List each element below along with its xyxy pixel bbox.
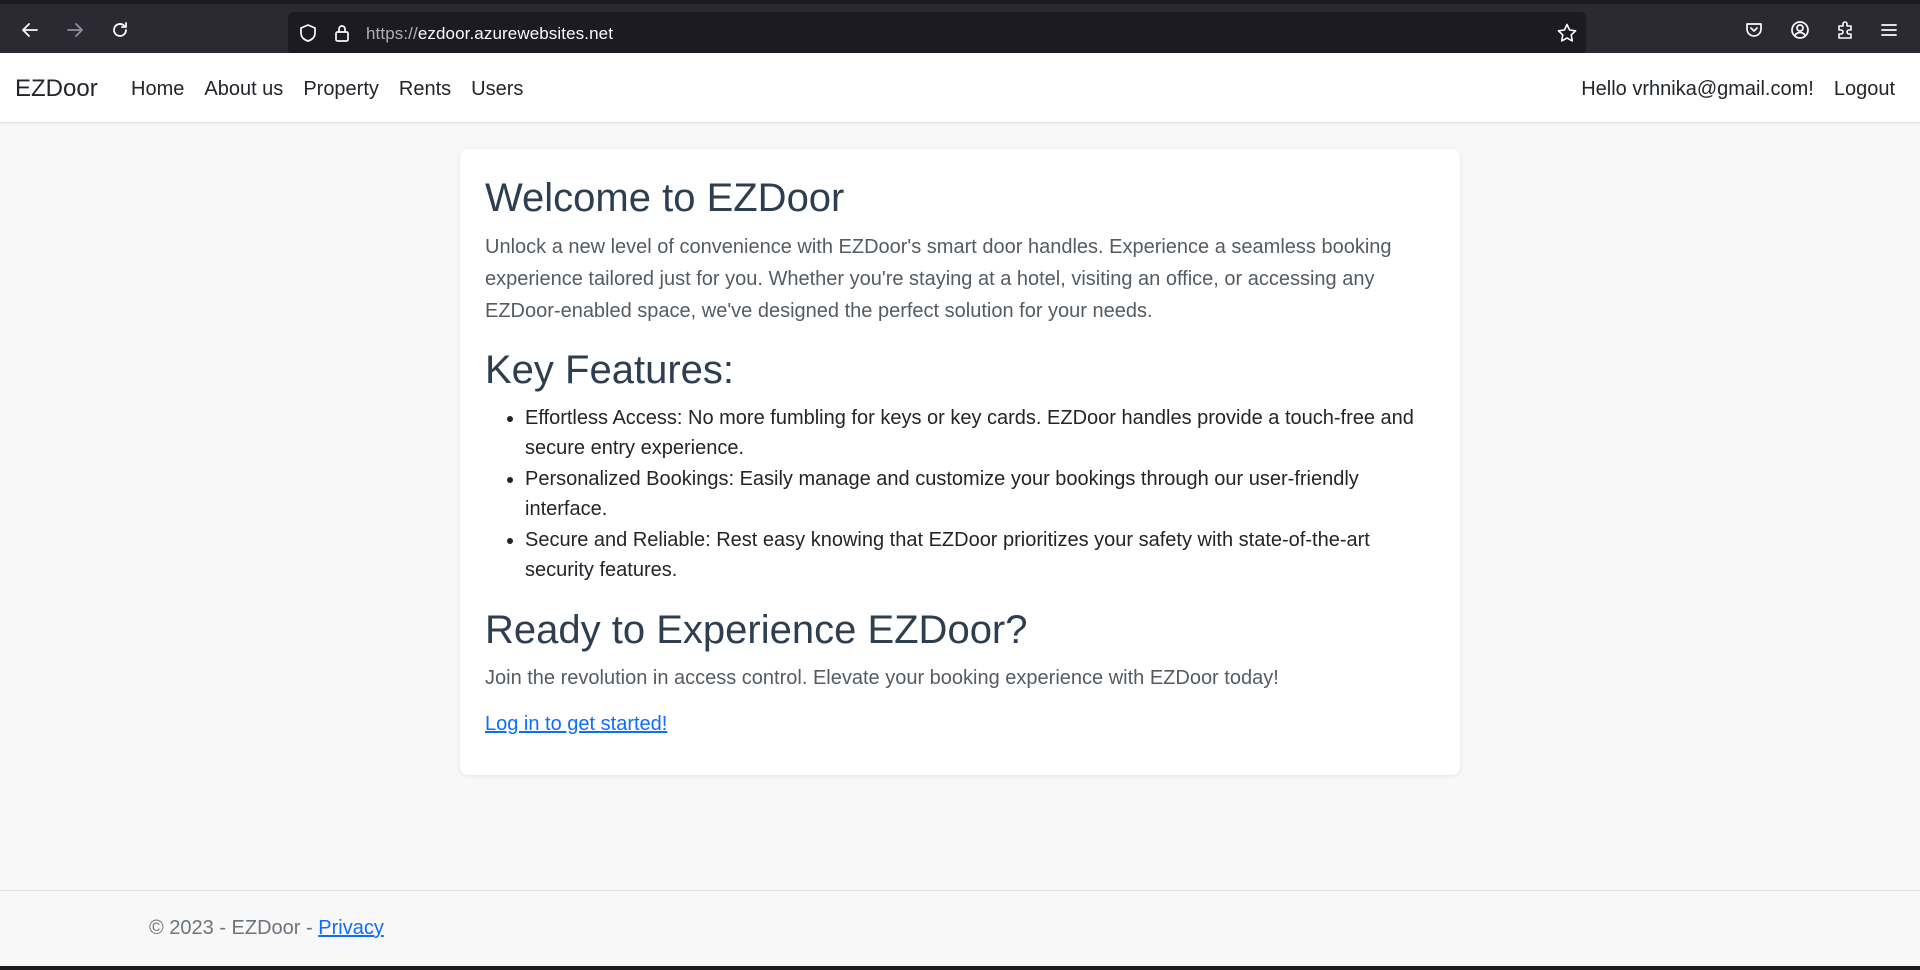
nav-link-about-us[interactable]: About us	[204, 78, 283, 101]
back-arrow-icon	[22, 23, 38, 37]
login-link[interactable]: Log in to get started!	[485, 713, 667, 735]
logout-link[interactable]: Logout	[1834, 78, 1895, 101]
features-heading: Key Features:	[485, 348, 735, 392]
browser-toolbar: https://ezdoor.azurewebsites.net	[0, 0, 1920, 54]
forward-arrow-icon	[67, 23, 83, 37]
url-bar[interactable]: https://ezdoor.azurewebsites.net	[288, 12, 1586, 54]
star-icon	[1557, 23, 1577, 42]
url-protocol: https://	[366, 24, 418, 43]
nav-link-home[interactable]: Home	[131, 78, 184, 101]
page-title: Welcome to EZDoor	[485, 176, 845, 220]
features-list: Effortless Access: No more fumbling for …	[485, 403, 1435, 585]
account-button[interactable]	[1784, 14, 1816, 46]
pocket-icon	[1746, 23, 1762, 37]
reload-icon	[113, 22, 127, 37]
welcome-card: Welcome to EZDoor Unlock a new level of …	[460, 149, 1460, 775]
window-bottom-border	[0, 966, 1920, 970]
extensions-icon	[1838, 21, 1852, 39]
list-item: Personalized Bookings: Easily manage and…	[525, 464, 1435, 524]
pocket-button[interactable]	[1738, 14, 1770, 46]
url-text[interactable]: https://ezdoor.azurewebsites.net	[366, 24, 613, 44]
privacy-link[interactable]: Privacy	[318, 917, 384, 939]
web-page: EZDoor Home About us Property Rents User…	[0, 53, 1920, 966]
copyright-text: © 2023 - EZDoor -	[149, 917, 319, 939]
shield-icon[interactable]	[298, 23, 318, 43]
list-item: Secure and Reliable: Rest easy knowing t…	[525, 525, 1435, 585]
brand-link[interactable]: EZDoor	[15, 75, 98, 103]
extensions-button[interactable]	[1829, 14, 1861, 46]
site-footer: © 2023 - EZDoor - Privacy	[0, 890, 1920, 966]
footer-text: © 2023 - EZDoor - Privacy	[149, 917, 384, 940]
hamburger-menu-icon	[1881, 24, 1897, 36]
reload-button[interactable]	[104, 14, 136, 46]
cta-paragraph: Join the revolution in access control. E…	[485, 667, 1279, 689]
url-host: ezdoor.azurewebsites.net	[417, 24, 614, 43]
lock-icon[interactable]	[332, 23, 352, 43]
app-menu-button[interactable]	[1873, 14, 1905, 46]
nav-link-property[interactable]: Property	[303, 78, 379, 101]
back-button[interactable]	[14, 14, 46, 46]
bookmark-star-button[interactable]	[1556, 22, 1578, 44]
nav-link-users[interactable]: Users	[471, 78, 523, 101]
intro-paragraph: Unlock a new level of convenience with E…	[485, 236, 1392, 322]
nav-user-area: Hello vrhnika@gmail.com! Logout	[1581, 78, 1895, 101]
nav-links: Home About us Property Rents Users	[131, 78, 523, 101]
nav-link-rents[interactable]: Rents	[399, 78, 451, 101]
user-greeting-link[interactable]: Hello vrhnika@gmail.com!	[1581, 78, 1814, 101]
forward-button[interactable]	[59, 14, 91, 46]
list-item: Effortless Access: No more fumbling for …	[525, 403, 1435, 463]
cta-heading: Ready to Experience EZDoor?	[485, 608, 1028, 652]
account-icon	[1791, 21, 1809, 39]
site-navbar: EZDoor Home About us Property Rents User…	[0, 53, 1920, 123]
